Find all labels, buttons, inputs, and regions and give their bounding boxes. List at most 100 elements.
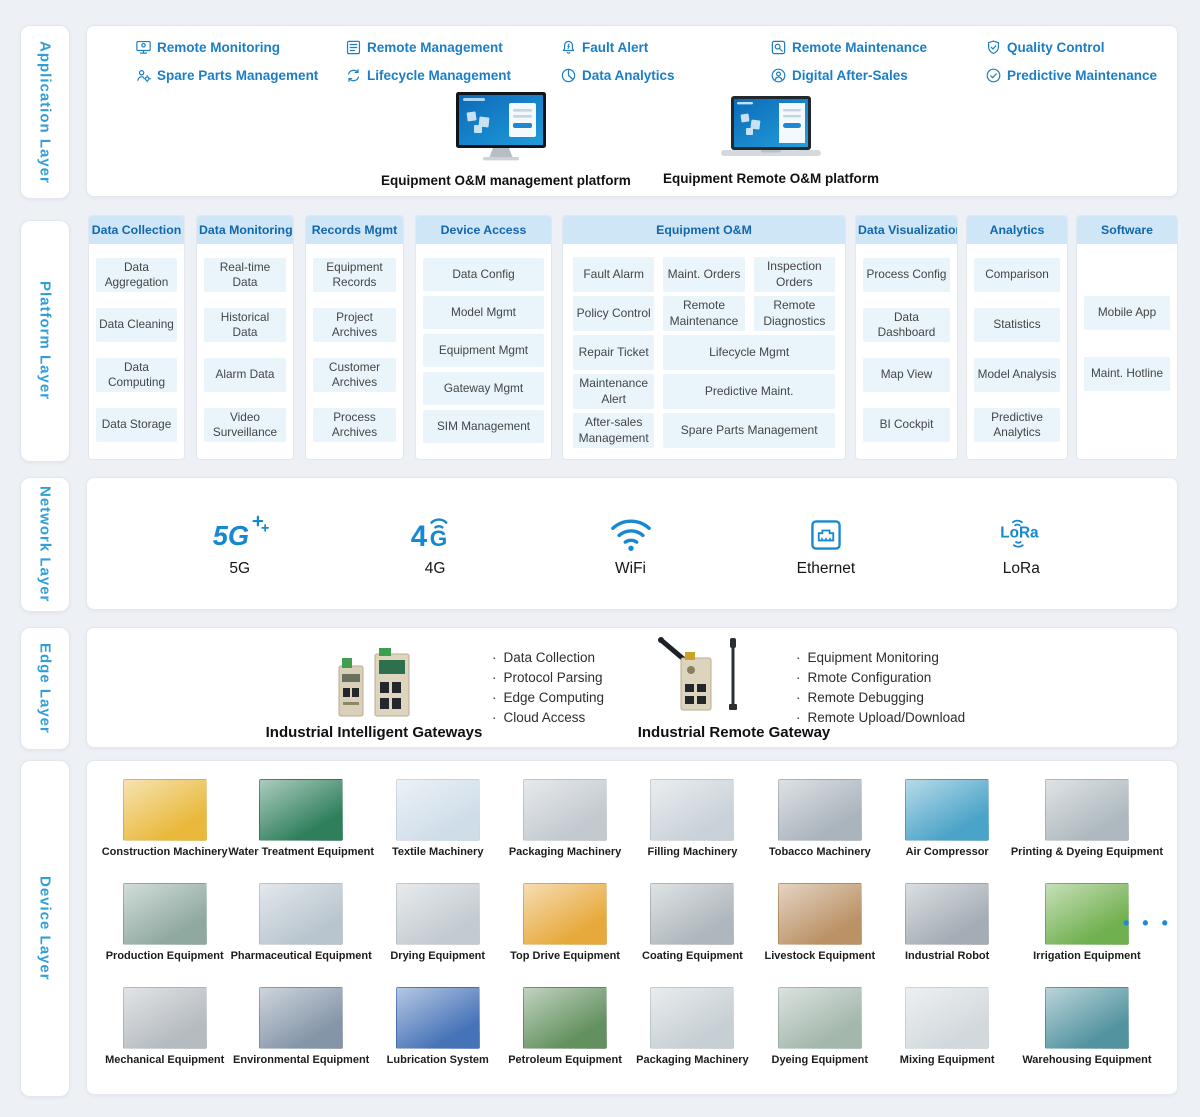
gateway-feature: Remote Upload/Download [796,708,965,728]
device-photo [396,987,480,1049]
network-item: Ethernet [728,506,923,609]
application-feature: Remote Management [345,39,560,56]
platform-column-title: Equipment O&M [563,216,845,244]
application-feature: Remote Maintenance [770,39,985,56]
platform-item: Comparison [974,258,1060,292]
application-feature: Spare Parts Management [135,67,345,84]
equipment-om-grid: Fault Alarm Maint. Orders Inspection Ord… [563,244,845,460]
network-item: WiFi [533,506,728,609]
platform-item: Equipment Records [313,258,396,292]
om-item: Maintenance Alert [573,374,654,409]
application-feature-label: Remote Management [367,40,503,55]
platform-item: Data Cleaning [96,308,177,342]
om-item: Policy Control [573,296,654,331]
application-feature-label: Lifecycle Management [367,68,511,83]
network-item: 5G 5G [142,506,337,609]
device-photo [905,987,989,1049]
device-caption: Textile Machinery [392,846,484,858]
application-feature-label: Fault Alert [582,40,648,55]
gateway-feature: Equipment Monitoring [796,648,965,668]
application-feature-label: Data Analytics [582,68,675,83]
platform-item: Data Computing [96,358,177,392]
svg-text:4: 4 [411,520,428,553]
application-feature: Data Analytics [560,67,770,84]
gateway-feature: Edge Computing [492,688,604,708]
device-photo [396,883,480,945]
network-item-label: 5G [229,560,250,578]
edge-layer-band: Industrial Intelligent Gateways Data Col… [86,627,1178,748]
device-caption: Packaging Machinery [509,846,622,858]
device-item: Dyeing Equipment [756,987,883,1066]
device-caption: Printing & Dyeing Equipment [1011,846,1163,858]
platform-item: Model Mgmt [423,296,544,329]
device-item: Packaging Machinery [629,987,756,1066]
server-list-icon [345,39,362,56]
device-caption: Environmental Equipment [233,1054,369,1066]
device-photo [523,779,607,841]
device-item: Construction Machinery [101,779,228,858]
platform-item: Mobile App [1084,296,1170,330]
platform-column-software: Software Mobile AppMaint. Hotline [1076,215,1178,460]
device-item: Tobacco Machinery [756,779,883,858]
om-management-platform-figure: Equipment O&M management platform [381,90,621,188]
device-photo [123,883,207,945]
device-item: Mechanical Equipment [101,987,228,1066]
user-gear-icon [135,67,152,84]
om-item: Remote Maintenance [663,296,744,331]
om-item: After-sales Management [573,413,654,448]
device-caption: Construction Machinery [102,846,228,858]
device-caption: Tobacco Machinery [769,846,871,858]
layer-tab-device: Device Layer [20,760,70,1097]
device-photo [396,779,480,841]
wrench-magnifier-icon [770,39,787,56]
om-item: Spare Parts Management [663,413,835,448]
platform-column-title: Device Access [416,216,551,244]
device-item: Printing & Dyeing Equipment [1011,779,1163,858]
om-item: Predictive Maint. [663,374,835,409]
5g-icon: 5G [211,506,269,554]
platform-column-device-access: Device Access Data ConfigModel MgmtEquip… [415,215,552,460]
layer-tab-label: Edge Layer [37,643,54,734]
svg-text:LoRa: LoRa [1001,525,1040,542]
application-feature-list: Remote Monitoring Remote Management Faul… [135,39,1157,84]
architecture-diagram: Application Layer Platform Layer Network… [0,0,1200,1117]
om-item: Fault Alarm [573,257,654,292]
check-circle-icon [985,67,1002,84]
svg-text:5G: 5G [212,520,248,551]
application-feature-label: Remote Maintenance [792,40,927,55]
platform-column-title: Data Collection [89,216,184,244]
platform-item: Statistics [974,308,1060,342]
device-caption: Mixing Equipment [900,1054,995,1066]
device-photo [778,883,862,945]
platform-item: Project Archives [313,308,396,342]
device-photo [1045,883,1129,945]
device-item: Petroleum Equipment [501,987,628,1066]
device-item: Mixing Equipment [883,987,1010,1066]
application-feature: Lifecycle Management [345,67,560,84]
device-item: Drying Equipment [374,883,501,962]
device-caption: Irrigation Equipment [1033,950,1141,962]
gateway-feature: Remote Debugging [796,688,965,708]
svg-text:G: G [430,526,448,551]
device-photo [1045,987,1129,1049]
device-item: Coating Equipment [629,883,756,962]
platform-column-data-visualization: Data Visualization Process ConfigData Da… [855,215,958,460]
platform-item: Data Aggregation [96,258,177,292]
device-photo [778,779,862,841]
4g-icon: 4G [409,506,461,554]
network-item: LoRa LoRa [924,506,1119,609]
device-item: Livestock Equipment [756,883,883,962]
application-feature: Digital After-Sales [770,67,985,84]
network-item: 4G 4G [337,506,532,609]
platform-item: Data Dashboard [863,308,950,342]
device-item: Air Compressor [883,779,1010,858]
application-feature: Predictive Maintenance [985,67,1157,84]
device-caption: Warehousing Equipment [1022,1054,1151,1066]
om-item: Remote Diagnostics [754,296,835,331]
device-photo [259,883,343,945]
platform-item: Gateway Mgmt [423,372,544,405]
layer-tab-edge: Edge Layer [20,627,70,750]
device-photo [650,779,734,841]
device-caption: Water Treatment Equipment [228,846,374,858]
device-photo [778,987,862,1049]
